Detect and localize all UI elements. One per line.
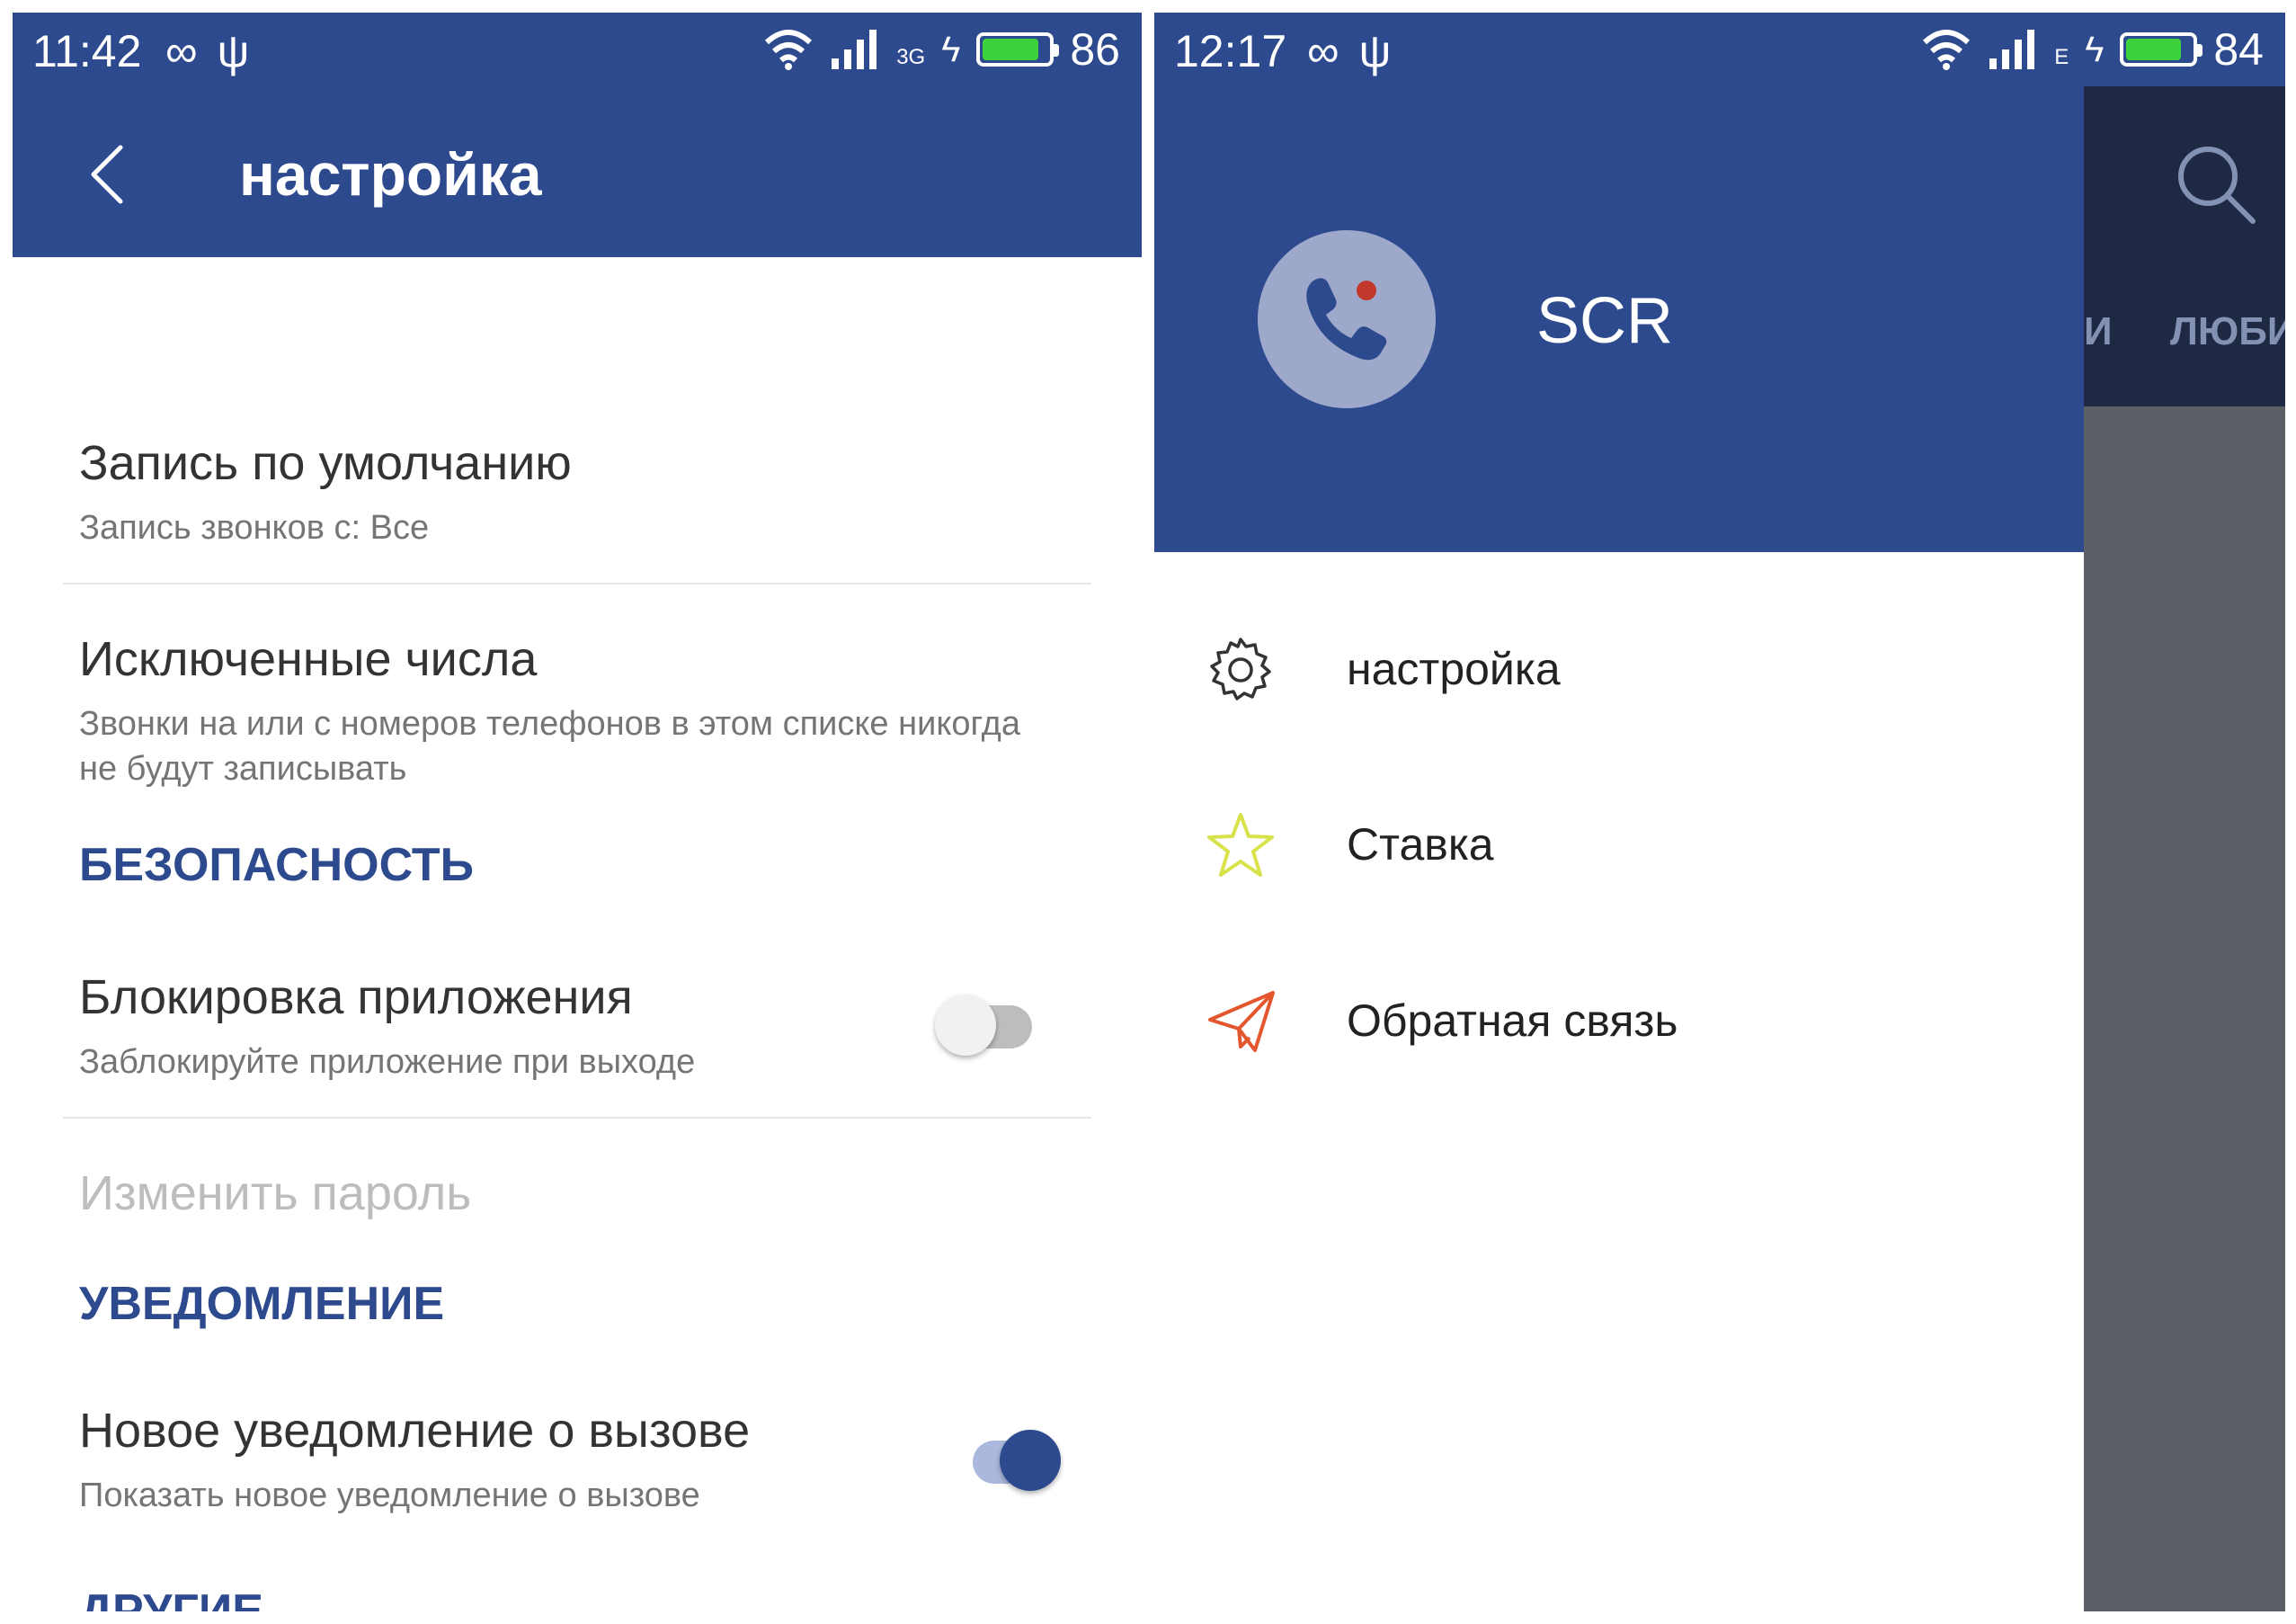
status-bar: 11:42 ∞ ψ 3G ϟ 86 <box>13 13 1142 86</box>
signal-icon <box>1989 30 2035 69</box>
settings-screen: 11:42 ∞ ψ 3G ϟ 86 настройка Запись по ум… <box>13 13 1142 1611</box>
charging-icon: ϟ <box>941 29 961 69</box>
section-header-security: БЕЗОПАСНОСТЬ <box>79 839 474 891</box>
app-name: SCR <box>1536 285 1674 357</box>
battery-percent: 84 <box>2213 24 2264 75</box>
wifi-icon <box>1923 30 1971 70</box>
background-toolbar: И ЛЮБИ <box>2084 86 2285 406</box>
nav-item-settings[interactable]: настройка <box>1154 602 2084 727</box>
network-type-label: 3G <box>896 45 926 69</box>
pref-title: Исключенные числа <box>79 632 538 686</box>
nav-item-feedback[interactable]: Обратная связь <box>1154 953 2084 1079</box>
pref-summary: Звонки на или с номеров телефонов в этом… <box>79 705 1020 788</box>
pref-change-password: Изменить пароль <box>79 1165 1091 1221</box>
search-icon <box>2178 147 2256 224</box>
battery-level-fill <box>2126 39 2181 60</box>
pref-new-call-notification[interactable]: Новое уведомление о вызове Показать ново… <box>79 1403 1091 1518</box>
gear-icon <box>1210 638 1271 700</box>
section-header-notification: УВЕДОМЛЕНИЕ <box>79 1278 445 1330</box>
navigation-drawer: SCR настройка Ставка Обратная связь <box>1154 86 2084 1611</box>
usb-icon: ψ <box>1358 26 1392 76</box>
star-icon <box>1207 813 1274 877</box>
drawer-scrim[interactable]: И ЛЮБИ <box>2084 86 2285 1611</box>
phone-record-icon <box>1306 278 1387 361</box>
wifi-icon <box>765 30 813 70</box>
toggle-thumb <box>935 995 996 1056</box>
nav-label: Обратная связь <box>1347 995 1678 1046</box>
app-logo <box>1258 230 1436 408</box>
battery-level-fill <box>983 39 1039 60</box>
navigation-drawer-screen: 12:17 ∞ ψ E ϟ 84 И ЛЮБИ SCR настройка Ст… <box>1154 13 2285 1611</box>
network-type-label: E <box>2054 45 2069 69</box>
pref-title: Запись по умолчанию <box>79 436 572 490</box>
infinity-icon: ∞ <box>1307 26 1339 76</box>
toggle-thumb <box>1000 1430 1061 1491</box>
back-arrow-icon[interactable] <box>76 138 147 210</box>
battery-percent: 86 <box>1070 24 1120 75</box>
nav-label: Ставка <box>1347 819 1494 870</box>
background-tab: ЛЮБИ <box>2170 309 2285 353</box>
page-title: настройка <box>239 141 542 208</box>
section-header-others: ДРУГИЕ <box>79 1585 263 1611</box>
send-icon <box>1208 991 1275 1052</box>
pref-summary: Показать новое уведомление о вызове <box>79 1477 700 1514</box>
background-tab: И <box>2084 309 2113 353</box>
new-call-notification-toggle[interactable] <box>960 1417 1068 1491</box>
drawer-header: SCR <box>1154 86 2084 552</box>
divider <box>63 1117 1091 1119</box>
pref-excluded-numbers[interactable]: Исключенные числа Звонки на или с номеро… <box>79 631 1091 791</box>
nav-label: настройка <box>1347 644 1561 694</box>
app-bar: настройка <box>13 86 1142 257</box>
signal-icon <box>832 30 877 69</box>
pref-title: Изменить пароль <box>79 1166 472 1220</box>
usb-icon: ψ <box>217 26 250 76</box>
status-bar: 12:17 ∞ ψ E ϟ 84 <box>1154 13 2285 86</box>
infinity-icon: ∞ <box>165 26 198 76</box>
divider <box>63 583 1091 584</box>
pref-summary: Запись звонков с: Все <box>79 509 430 547</box>
pref-title: Новое уведомление о вызове <box>79 1404 751 1458</box>
charging-icon: ϟ <box>2085 29 2105 69</box>
status-time: 11:42 <box>32 26 142 76</box>
battery-icon <box>2120 32 2203 67</box>
status-time: 12:17 <box>1174 26 1287 76</box>
pref-default-record[interactable]: Запись по умолчанию Запись звонков с: Вс… <box>79 435 1091 550</box>
nav-item-rate[interactable]: Ставка <box>1154 777 2084 903</box>
app-lock-toggle[interactable] <box>935 982 1043 1056</box>
battery-icon <box>976 32 1060 67</box>
